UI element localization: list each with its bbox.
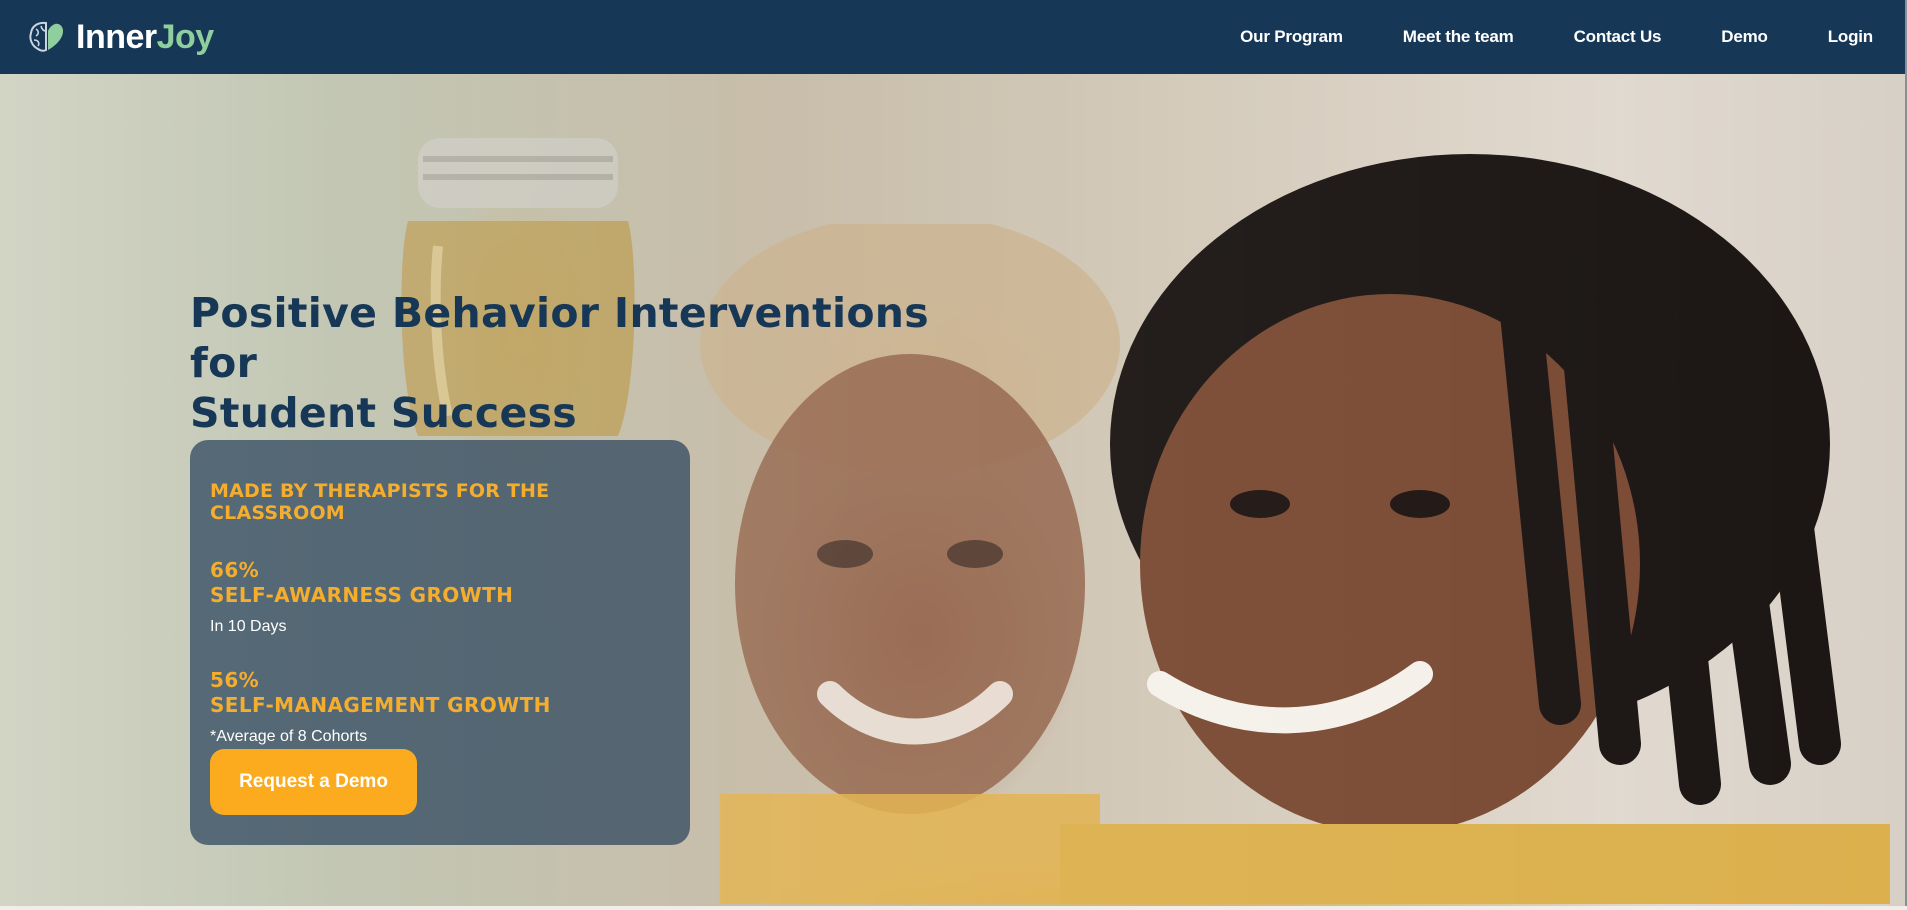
top-navbar: InnerJoy Our Program Meet the team Conta… — [0, 0, 1907, 74]
brand-name-joy: Joy — [156, 17, 215, 56]
brand-name: InnerJoy — [76, 18, 214, 57]
panel-tagline: MADE BY THERAPISTS FOR THE CLASSROOM — [210, 480, 550, 524]
stat-value: 66% — [210, 558, 260, 582]
stat-label: SELF-AWARNESS GROWTH — [210, 583, 514, 607]
stat-self-management: 56% SELF-MANAGEMENT GROWTH *Average of 8… — [210, 668, 670, 746]
stats-panel: MADE BY THERAPISTS FOR THE CLASSROOM 66%… — [190, 440, 690, 845]
brain-heart-icon — [29, 21, 63, 52]
brand-logo[interactable]: InnerJoy — [28, 18, 214, 57]
hero-headline-line-1: Positive Behavior Interventions for — [190, 289, 929, 387]
brand-name-inner: Inner — [76, 17, 157, 56]
request-demo-button[interactable]: Request a Demo — [210, 749, 417, 815]
nav-meet-the-team[interactable]: Meet the team — [1403, 27, 1514, 47]
stat-note: *Average of 8 Cohorts — [210, 728, 368, 745]
main-nav: Our Program Meet the team Contact Us Dem… — [1180, 27, 1873, 47]
nav-demo[interactable]: Demo — [1721, 27, 1768, 47]
next-section-edge — [0, 906, 1907, 910]
stat-value: 56% — [210, 668, 260, 692]
nav-login[interactable]: Login — [1828, 27, 1873, 47]
nav-contact-us[interactable]: Contact Us — [1574, 27, 1662, 47]
hero-headline-line-2: Student Success — [190, 389, 577, 437]
nav-our-program[interactable]: Our Program — [1240, 27, 1343, 47]
stat-self-awareness: 66% SELF-AWARNESS GROWTH In 10 Days — [210, 558, 670, 636]
hero-headline: Positive Behavior Interventions for Stud… — [190, 288, 970, 438]
stat-label: SELF-MANAGEMENT GROWTH — [210, 693, 551, 717]
stat-note: In 10 Days — [210, 618, 287, 635]
